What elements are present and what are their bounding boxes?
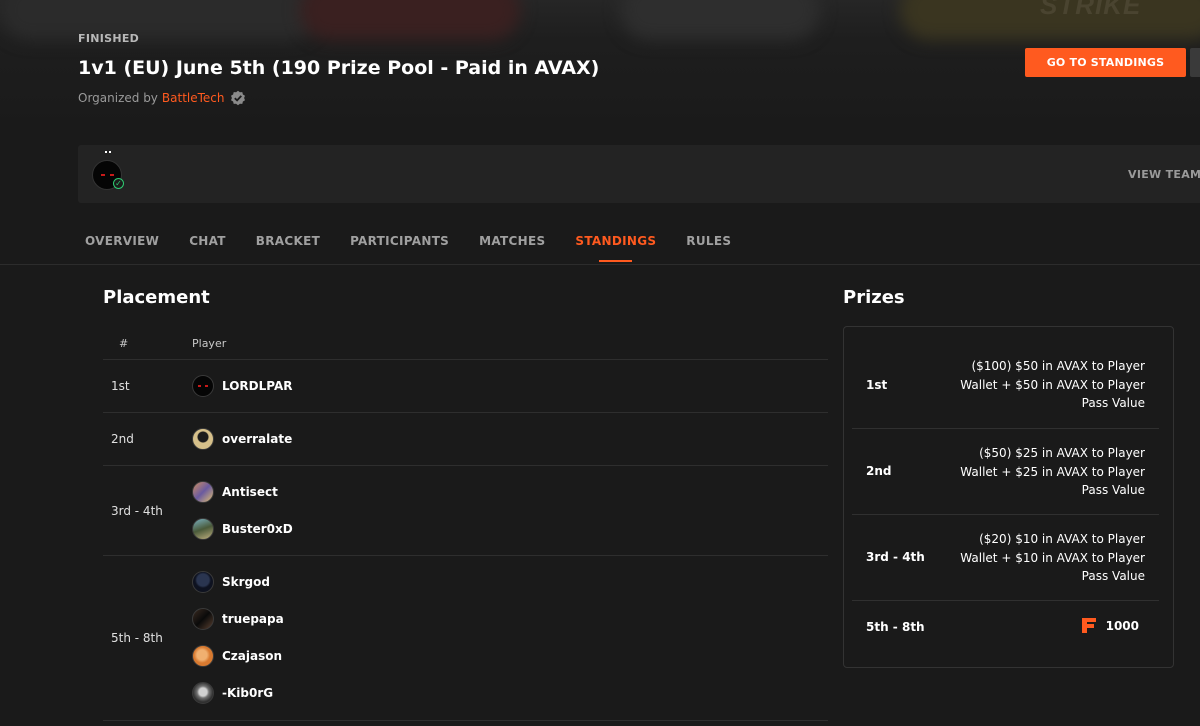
- placement-rank: 1st: [111, 379, 130, 393]
- go-to-standings-button[interactable]: GO TO STANDINGS: [1025, 48, 1186, 77]
- banner-decoration: [300, 0, 520, 40]
- player-column-header: Player: [192, 337, 227, 350]
- prize-row: 3rd - 4th ($20) $10 in AVAX to Player Wa…: [852, 515, 1159, 601]
- prize-row: 2nd ($50) $25 in AVAX to Player Wallet +…: [852, 429, 1159, 515]
- player-entry[interactable]: Czajason: [192, 645, 282, 667]
- banner-game-logo: STRIKE: [1040, 0, 1142, 20]
- prizes-heading: Prizes: [843, 287, 905, 308]
- tournament-title: 1v1 (EU) June 5th (190 Prize Pool - Paid…: [78, 57, 600, 79]
- table-row: 5th - 8th Skrgod truepapa Czajason -Kib0…: [103, 556, 828, 721]
- player-entry[interactable]: Antisect: [192, 481, 278, 503]
- player-avatar: [192, 682, 214, 704]
- table-row: 3rd - 4th Antisect Buster0xD: [103, 466, 828, 556]
- prize-description: ($20) $10 in AVAX to Player Wallet + $10…: [960, 532, 1145, 583]
- tournament-tabs: OVERVIEW CHAT BRACKET PARTICIPANTS MATCH…: [85, 234, 761, 264]
- prizes-panel: 1st ($100) $50 in AVAX to Player Wallet …: [843, 326, 1174, 668]
- player-name: Buster0xD: [222, 522, 293, 536]
- player-name: Skrgod: [222, 575, 270, 589]
- crown-icon: [105, 151, 111, 155]
- tab-rules[interactable]: RULES: [686, 234, 731, 264]
- tab-chat[interactable]: CHAT: [189, 234, 226, 264]
- prize-credits: 1000: [1081, 618, 1139, 633]
- avatar-eye: [101, 174, 105, 176]
- placement-heading: Placement: [103, 287, 210, 308]
- tabs-divider: [0, 264, 1200, 265]
- player-name: truepapa: [222, 612, 284, 626]
- table-row: 2nd overralate: [103, 413, 828, 466]
- share-button[interactable]: [1190, 48, 1200, 77]
- player-entry[interactable]: overralate: [192, 428, 292, 450]
- player-name: -Kib0rG: [222, 686, 274, 700]
- rank-column-header: #: [119, 337, 129, 350]
- prize-place: 5th - 8th: [866, 620, 925, 634]
- prize-place: 1st: [866, 378, 888, 392]
- table-header: # Player: [103, 326, 828, 360]
- prize-description: ($50) $25 in AVAX to Player Wallet + $25…: [960, 446, 1145, 497]
- prize-place: 2nd: [866, 464, 892, 478]
- f-credits-icon: [1081, 618, 1096, 633]
- credits-amount: 1000: [1105, 618, 1139, 633]
- avatar-eye: [110, 174, 114, 176]
- tab-overview[interactable]: OVERVIEW: [85, 234, 159, 264]
- verified-badge-icon: [230, 90, 245, 106]
- player-avatar: [192, 481, 214, 503]
- prize-description: ($100) $50 in AVAX to Player Wallet + $5…: [960, 359, 1145, 410]
- player-name: overralate: [222, 432, 293, 446]
- tournament-status: FINISHED: [78, 32, 140, 45]
- player-entry[interactable]: truepapa: [192, 608, 284, 630]
- player-avatar: [192, 608, 214, 630]
- table-row: 1st LORDLPAR: [103, 360, 828, 413]
- team-bar: ✓ VIEW TEAM: [78, 145, 1200, 203]
- prize-row: 1st ($100) $50 in AVAX to Player Wallet …: [852, 342, 1159, 429]
- placement-table: # Player 1st LORDLPAR 2nd overralate 3rd…: [103, 326, 828, 721]
- organizer-link[interactable]: BattleTech: [162, 91, 225, 105]
- player-entry[interactable]: LORDLPAR: [192, 375, 293, 397]
- tab-bracket[interactable]: BRACKET: [256, 234, 320, 264]
- checkmark-icon: ✓: [113, 178, 124, 189]
- player-name: Antisect: [222, 485, 278, 499]
- player-name: Czajason: [222, 649, 283, 663]
- view-team-link[interactable]: VIEW TEAM: [1128, 168, 1200, 181]
- player-avatar: [192, 428, 214, 450]
- player-avatar: [192, 645, 214, 667]
- organizer-line: Organized by BattleTech: [78, 90, 246, 106]
- player-avatar: [192, 571, 214, 593]
- placement-rank: 5th - 8th: [111, 631, 163, 645]
- tab-standings[interactable]: STANDINGS: [575, 234, 656, 264]
- organized-by-label: Organized by: [78, 91, 158, 105]
- player-entry[interactable]: Buster0xD: [192, 518, 293, 540]
- tab-participants[interactable]: PARTICIPANTS: [350, 234, 449, 264]
- banner-decoration: [0, 0, 320, 40]
- placement-rank: 3rd - 4th: [111, 504, 163, 518]
- prize-row: 5th - 8th 1000: [852, 601, 1159, 655]
- player-avatar: [192, 518, 214, 540]
- placement-rank: 2nd: [111, 432, 134, 446]
- player-avatar: [192, 375, 214, 397]
- player-entry[interactable]: -Kib0rG: [192, 682, 273, 704]
- player-name: LORDLPAR: [222, 379, 293, 393]
- tab-matches[interactable]: MATCHES: [479, 234, 545, 264]
- player-entry[interactable]: Skrgod: [192, 571, 270, 593]
- prize-place: 3rd - 4th: [866, 550, 925, 564]
- banner-decoration: [620, 0, 820, 40]
